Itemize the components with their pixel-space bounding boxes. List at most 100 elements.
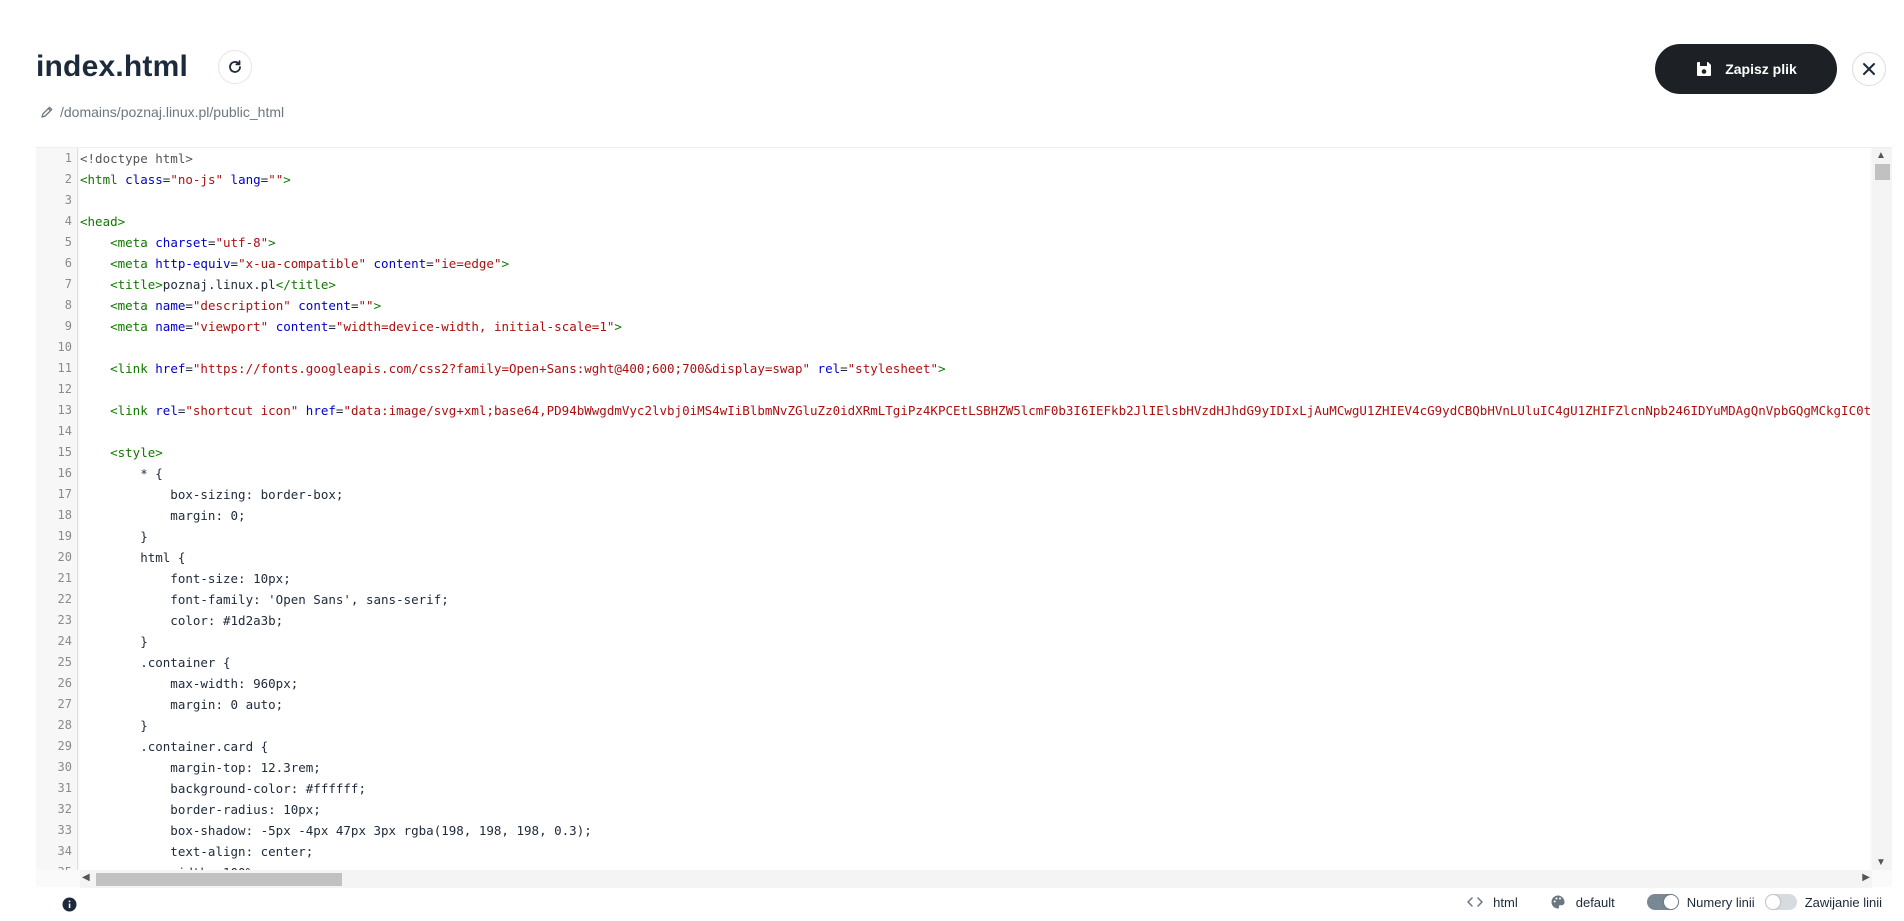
line-number: 1 [64, 151, 72, 165]
code-editor[interactable]: 1 2 3 4 5 6 7 8 9 10 11 12 13 14 15 16 17 18 19 20 21 22 23 24 2… [36, 147, 1892, 888]
line-number: 17 [57, 487, 72, 501]
line-number: 34 [57, 844, 72, 858]
line-wrap-switch[interactable] [1764, 894, 1797, 910]
code-line[interactable]: .container.card { [80, 736, 1870, 757]
code-line[interactable]: } [80, 631, 1870, 652]
line-number: 29 [57, 739, 72, 753]
code-token: > [373, 298, 382, 313]
line-number: 7 [64, 277, 72, 291]
scroll-down-icon[interactable]: ▼ [1876, 857, 1886, 868]
refresh-button[interactable] [218, 50, 253, 84]
code-area[interactable]: <!doctype html> <html class="no-js" lang=… [80, 148, 1870, 870]
code-token: = [350, 298, 359, 313]
code-line[interactable]: margin: 0 auto; [80, 694, 1870, 715]
line-number: 15 [57, 445, 72, 459]
line-number: 16 [57, 466, 72, 480]
horizontal-scrollbar[interactable]: ◀ ▶ [80, 870, 1872, 888]
code-line[interactable]: html { [80, 547, 1870, 568]
code-token: "data:image/svg+xml;base64,PD94bWwgdmVyc… [343, 403, 1870, 418]
scroll-right-icon[interactable]: ▶ [1862, 872, 1870, 883]
line-number: 19 [57, 529, 72, 543]
code-token: = [185, 298, 193, 313]
code-token: > [937, 361, 946, 376]
code-line[interactable]: background-color: #ffffff; [80, 778, 1870, 799]
code-line[interactable]: font-size: 10px; [80, 568, 1870, 589]
close-icon [1863, 63, 1875, 75]
code-token: = [185, 319, 193, 334]
line-number: 30 [57, 760, 72, 774]
code-line[interactable] [80, 337, 1870, 358]
code-line[interactable]: text-align: center; [80, 841, 1870, 862]
line-number: 28 [57, 718, 72, 732]
line-wrap-toggle[interactable]: Zawijanie linii [1764, 894, 1882, 910]
code-token: > [283, 172, 291, 187]
scroll-up-icon[interactable]: ▲ [1876, 150, 1886, 161]
code-token: border-radius: 10px; [80, 802, 321, 817]
code-token: = [426, 256, 434, 271]
code-line[interactable] [80, 421, 1870, 442]
code-line[interactable]: width: 100%; [80, 862, 1870, 870]
line-number: 2 [64, 172, 72, 186]
code-line[interactable]: font-family: 'Open Sans', sans-serif; [80, 589, 1870, 610]
line-number: 26 [57, 676, 72, 690]
code-token: content [373, 256, 427, 271]
code-line[interactable]: <link rel="shortcut icon" href="data:ima… [80, 400, 1870, 421]
code-token: <meta [110, 298, 156, 313]
line-number: 5 [64, 235, 72, 249]
code-line[interactable]: } [80, 526, 1870, 547]
code-line[interactable]: } [80, 715, 1870, 736]
file-path[interactable]: /domains/poznaj.linux.pl/public_html [40, 104, 284, 120]
code-line[interactable]: max-width: 960px; [80, 673, 1870, 694]
code-token: color: #1d2a3b; [80, 613, 284, 628]
code-line[interactable]: <html class="no-js" lang=""> [80, 169, 1870, 190]
file-title: index.html [36, 50, 189, 83]
code-token: poznaj.linux.pl [162, 277, 276, 292]
code-token: font-family: 'Open Sans', sans-serif; [80, 592, 449, 607]
code-token: margin-top: 12.3rem; [80, 760, 321, 775]
code-line[interactable]: <head> [80, 211, 1870, 232]
vertical-scrollbar[interactable]: ▲ ▼ [1872, 148, 1892, 870]
language-selector[interactable]: html [1467, 895, 1518, 910]
code-line[interactable]: .container { [80, 652, 1870, 673]
theme-selector[interactable]: default [1550, 894, 1615, 910]
code-token: > [501, 256, 510, 271]
code-token: "viewport" [192, 319, 269, 334]
code-line[interactable]: * { [80, 463, 1870, 484]
info-icon[interactable] [62, 897, 77, 912]
code-line[interactable]: box-sizing: border-box; [80, 484, 1870, 505]
code-line[interactable]: <title>poznaj.linux.pl</title> [80, 274, 1870, 295]
code-line[interactable]: <meta name="description" content=""> [80, 295, 1870, 316]
code-line[interactable]: border-radius: 10px; [80, 799, 1870, 820]
code-line[interactable]: box-shadow: -5px -4px 47px 3px rgba(198,… [80, 820, 1870, 841]
code-token: "width=device-width, initial-scale=1" [335, 319, 615, 334]
line-number: 3 [64, 193, 72, 207]
code-token: html { [80, 550, 186, 565]
vertical-scroll-thumb[interactable] [1875, 164, 1890, 180]
code-token: content [298, 298, 351, 313]
code-line[interactable] [80, 379, 1870, 400]
scroll-left-icon[interactable]: ◀ [82, 872, 90, 883]
save-file-button[interactable]: Zapisz plik [1655, 44, 1837, 94]
code-line[interactable] [80, 190, 1870, 211]
horizontal-scroll-thumb[interactable] [96, 873, 342, 886]
line-number-gutter: 1 2 3 4 5 6 7 8 9 10 11 12 13 14 15 16 17 18 19 20 21 22 23 24 2… [36, 148, 78, 870]
code-line[interactable]: <meta name="viewport" content="width=dev… [80, 316, 1870, 337]
save-icon [1697, 62, 1712, 76]
code-line[interactable]: <style> [80, 442, 1870, 463]
code-token: rel [817, 361, 841, 376]
close-button[interactable] [1852, 52, 1886, 86]
code-line[interactable]: margin-top: 12.3rem; [80, 757, 1870, 778]
code-line[interactable]: margin: 0; [80, 505, 1870, 526]
line-numbers-switch[interactable] [1646, 894, 1679, 910]
code-line[interactable]: <!doctype html> [80, 148, 1870, 169]
code-line[interactable]: <meta http-equiv="x-ua-compatible" conte… [80, 253, 1870, 274]
code-line[interactable]: color: #1d2a3b; [80, 610, 1870, 631]
code-token: = [230, 256, 239, 271]
code-line[interactable]: <link href="https://fonts.googleapis.com… [80, 358, 1870, 379]
line-numbers-toggle[interactable]: Numery linii [1646, 894, 1755, 910]
code-line[interactable]: <meta charset="utf-8"> [80, 232, 1870, 253]
